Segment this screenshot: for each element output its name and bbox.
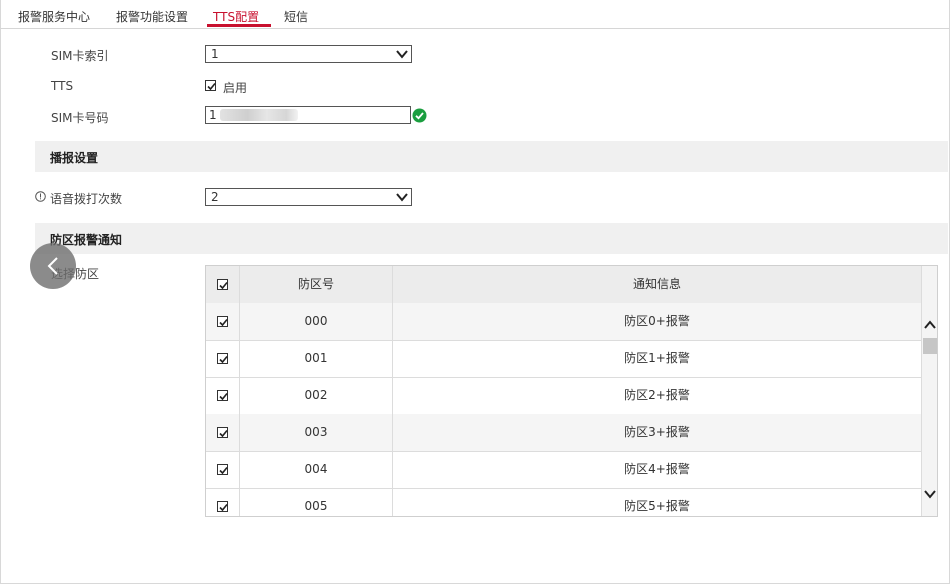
zone-number: 002 bbox=[240, 377, 393, 414]
row-check-cell bbox=[206, 340, 240, 377]
tab-sms[interactable]: 短信 bbox=[284, 8, 308, 25]
checkmark-icon bbox=[219, 281, 228, 290]
broadcast-settings-title: 播报设置 bbox=[50, 151, 99, 165]
zone-table: 防区号 通知信息 000 防区0+报警 001 防区1+报警 002 防区2+报… bbox=[205, 265, 938, 517]
tts-enable-checkbox[interactable] bbox=[205, 80, 216, 91]
zone-number: 005 bbox=[240, 488, 393, 516]
row-check-cell bbox=[206, 377, 240, 414]
table-row[interactable]: 005 防区5+报警 bbox=[206, 488, 921, 516]
notification-info: 防区0+报警 bbox=[624, 314, 690, 328]
table-row[interactable]: 004 防区4+报警 bbox=[206, 451, 921, 489]
notification-info: 防区3+报警 bbox=[624, 425, 690, 439]
tab-alarm-service-center[interactable]: 报警服务中心 bbox=[18, 8, 90, 25]
zone-number: 000 bbox=[240, 303, 393, 340]
notification-info: 防区4+报警 bbox=[624, 462, 690, 476]
broadcast-settings-section: 播报设置 bbox=[35, 141, 948, 172]
sim-index-label: SIM卡索引 bbox=[51, 49, 109, 63]
chevron-up-icon[interactable] bbox=[924, 319, 936, 331]
notification-info-header[interactable]: 通知信息 bbox=[393, 266, 921, 303]
row-checkbox[interactable] bbox=[217, 501, 228, 512]
chevron-down-icon[interactable] bbox=[924, 488, 936, 500]
info-icon[interactable] bbox=[35, 191, 46, 202]
sim-index-value: 1 bbox=[211, 47, 219, 61]
notification-info: 防区2+报警 bbox=[624, 388, 690, 402]
checkmark-icon bbox=[219, 503, 228, 512]
sim-number-label: SIM卡号码 bbox=[51, 111, 109, 125]
table-header: 防区号 通知信息 bbox=[206, 266, 921, 304]
table-row[interactable]: 001 防区1+报警 bbox=[206, 340, 921, 378]
checkmark-icon bbox=[219, 355, 228, 364]
row-checkbox[interactable] bbox=[217, 390, 228, 401]
select-all-checkbox[interactable] bbox=[217, 279, 228, 290]
zone-number-header[interactable]: 防区号 bbox=[240, 266, 393, 303]
tab-alarm-function-settings[interactable]: 报警功能设置 bbox=[116, 8, 188, 25]
chevron-down-icon bbox=[396, 50, 408, 59]
table-row[interactable]: 003 防区3+报警 bbox=[206, 414, 921, 452]
row-check-cell bbox=[206, 414, 240, 451]
zone-number: 001 bbox=[240, 340, 393, 377]
row-checkbox[interactable] bbox=[217, 464, 228, 475]
chevron-left-icon bbox=[47, 257, 58, 275]
row-checkbox[interactable] bbox=[217, 353, 228, 364]
tts-enable-label: 启用 bbox=[223, 81, 248, 95]
checkmark-icon bbox=[219, 318, 228, 327]
row-check-cell bbox=[206, 451, 240, 488]
row-checkbox[interactable] bbox=[217, 316, 228, 327]
table-row[interactable]: 002 防区2+报警 bbox=[206, 377, 921, 415]
notification-info: 防区5+报警 bbox=[624, 499, 690, 513]
redacted-number bbox=[220, 109, 298, 121]
tab-bar: 报警服务中心 报警功能设置 TTS配置 短信 bbox=[0, 0, 950, 29]
row-check-cell bbox=[206, 303, 240, 340]
checkmark-icon bbox=[219, 466, 228, 475]
checkmark-icon bbox=[207, 82, 216, 91]
dial-count-label: 语音拨打次数 bbox=[50, 192, 123, 206]
checkmark-icon bbox=[219, 429, 228, 438]
dial-count-select[interactable]: 2 bbox=[205, 188, 412, 206]
tab-tts-config[interactable]: TTS配置 bbox=[213, 8, 259, 25]
zone-number: 004 bbox=[240, 451, 393, 488]
notification-info: 防区1+报警 bbox=[624, 351, 690, 365]
sim-number-input[interactable]: 1 bbox=[205, 106, 411, 124]
back-button[interactable] bbox=[30, 243, 76, 289]
sim-index-select[interactable]: 1 bbox=[205, 45, 412, 63]
chevron-down-icon bbox=[396, 193, 408, 202]
active-tab-indicator bbox=[207, 24, 271, 27]
zone-alarm-notification-section: 防区报警通知 bbox=[35, 223, 948, 254]
tts-label: TTS bbox=[51, 79, 74, 93]
dial-count-value: 2 bbox=[211, 190, 219, 204]
table-row[interactable]: 000 防区0+报警 bbox=[206, 303, 921, 341]
row-checkbox[interactable] bbox=[217, 427, 228, 438]
check-circle-icon bbox=[412, 108, 427, 123]
scroll-thumb[interactable] bbox=[923, 338, 937, 354]
select-all-cell bbox=[206, 266, 240, 303]
checkmark-icon bbox=[219, 392, 228, 401]
sim-number-value: 1 bbox=[209, 108, 217, 122]
zone-number: 003 bbox=[240, 414, 393, 451]
row-check-cell bbox=[206, 488, 240, 516]
table-scrollbar[interactable] bbox=[921, 266, 937, 516]
